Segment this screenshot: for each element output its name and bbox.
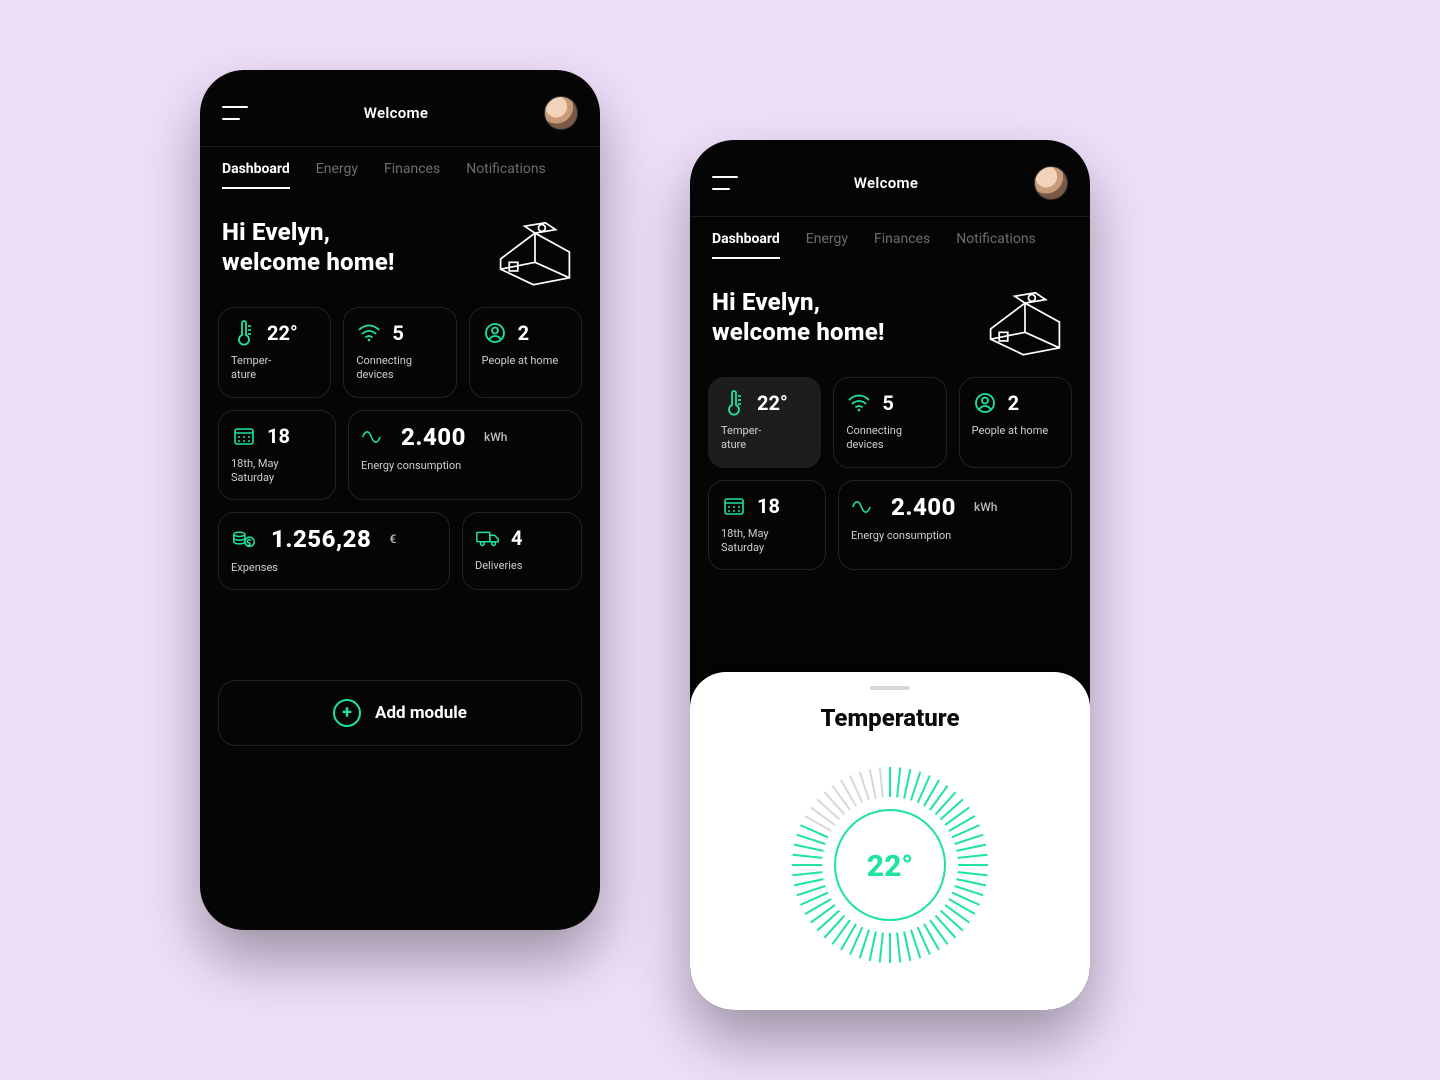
menu-icon[interactable] (222, 106, 248, 120)
card-energy[interactable]: 2.400 kWh Energy consumption (348, 410, 582, 501)
tabs: Dashboard Energy Finances Notifications (690, 217, 1090, 259)
card-devices[interactable]: 5 Connecting devices (343, 307, 456, 398)
card-label: Connecting devices (846, 424, 933, 453)
person-icon (482, 320, 508, 346)
greeting-line1: Hi Evelyn, (712, 288, 820, 316)
calendar-icon (721, 493, 747, 519)
card-label: Energy consumption (851, 529, 1059, 543)
card-value: 18 (757, 494, 780, 518)
house-icon (492, 217, 578, 287)
card-label: Temper- ature (231, 354, 318, 383)
card-value: 4 (511, 526, 522, 550)
wifi-icon (846, 390, 872, 416)
card-label: Expenses (231, 561, 437, 575)
truck-icon (475, 525, 501, 551)
tab-notifications[interactable]: Notifications (956, 231, 1036, 259)
card-label: Deliveries (475, 559, 569, 573)
coins-icon (231, 526, 257, 552)
tab-energy[interactable]: Energy (806, 231, 848, 259)
sheet-title: Temperature (714, 704, 1066, 732)
card-expenses[interactable]: 1.256,28 € Expenses (218, 512, 450, 590)
card-label: People at home (482, 354, 569, 368)
tabs: Dashboard Energy Finances Notifications (200, 147, 600, 189)
thermometer-icon (721, 390, 747, 416)
phone-screen-temperature-sheet: Welcome Dashboard Energy Finances Notifi… (690, 140, 1090, 1010)
card-value: 2 (518, 321, 529, 345)
calendar-icon (231, 423, 257, 449)
wifi-icon (356, 320, 382, 346)
card-label: 18th, May Saturday (231, 457, 323, 486)
card-date[interactable]: 18 18th, May Saturday (218, 410, 336, 501)
avatar[interactable] (544, 96, 578, 130)
card-temperature[interactable]: 22° Temper- ature (218, 307, 331, 398)
person-icon (972, 390, 998, 416)
card-label: Temper- ature (721, 424, 808, 453)
greeting-line2: welcome home! (712, 318, 885, 346)
thermometer-icon (231, 320, 257, 346)
greeting-text: Hi Evelyn, welcome home! (712, 287, 885, 347)
card-devices[interactable]: 5 Connecting devices (833, 377, 946, 468)
card-value: 2 (1008, 391, 1019, 415)
card-value: 18 (267, 424, 290, 448)
temperature-sheet[interactable]: Temperature 22° (690, 672, 1090, 1010)
card-unit: € (389, 532, 396, 546)
add-module-button[interactable]: + Add module (218, 680, 582, 746)
card-value: 2.400 (401, 423, 466, 451)
add-module-label: Add module (375, 703, 467, 723)
card-value: 1.256,28 (271, 525, 371, 553)
card-date[interactable]: 18 18th, May Saturday (708, 480, 826, 571)
greeting-text: Hi Evelyn, welcome home! (222, 217, 395, 277)
avatar[interactable] (1034, 166, 1068, 200)
house-icon (982, 287, 1068, 357)
card-temperature[interactable]: 22° Temper- ature (708, 377, 821, 468)
card-value: 22° (267, 321, 298, 345)
card-unit: kWh (484, 430, 508, 444)
card-value: 5 (392, 321, 403, 345)
tab-dashboard[interactable]: Dashboard (712, 231, 780, 259)
tab-dashboard[interactable]: Dashboard (222, 161, 290, 189)
card-people[interactable]: 2 People at home (959, 377, 1072, 468)
card-value: 22° (757, 391, 788, 415)
card-deliveries[interactable]: 4 Deliveries (462, 512, 582, 590)
wave-icon (361, 424, 387, 450)
plus-icon: + (333, 699, 361, 727)
greeting-row: Hi Evelyn, welcome home! (690, 259, 1090, 365)
tab-finances[interactable]: Finances (384, 161, 440, 189)
greeting-row: Hi Evelyn, welcome home! (200, 189, 600, 295)
card-value: 5 (882, 391, 893, 415)
card-unit: kWh (974, 500, 998, 514)
tab-finances[interactable]: Finances (874, 231, 930, 259)
wave-icon (851, 494, 877, 520)
card-value: 2.400 (891, 493, 956, 521)
page-title: Welcome (364, 104, 428, 122)
card-label: Energy consumption (361, 459, 569, 473)
temperature-dial[interactable]: 22° (714, 750, 1066, 980)
tab-energy[interactable]: Energy (316, 161, 358, 189)
menu-icon[interactable] (712, 176, 738, 190)
card-people[interactable]: 2 People at home (469, 307, 582, 398)
sheet-handle[interactable] (870, 686, 910, 690)
greeting-line1: Hi Evelyn, (222, 218, 330, 246)
dial-value: 22° (867, 849, 913, 884)
tab-notifications[interactable]: Notifications (466, 161, 546, 189)
topbar: Welcome (690, 140, 1090, 216)
card-label: People at home (972, 424, 1059, 438)
page-title: Welcome (854, 174, 918, 192)
card-label: Connecting devices (356, 354, 443, 383)
topbar: Welcome (200, 70, 600, 146)
card-label: 18th, May Saturday (721, 527, 813, 556)
phone-screen-dashboard: Welcome Dashboard Energy Finances Notifi… (200, 70, 600, 930)
card-energy[interactable]: 2.400 kWh Energy consumption (838, 480, 1072, 571)
greeting-line2: welcome home! (222, 248, 395, 276)
